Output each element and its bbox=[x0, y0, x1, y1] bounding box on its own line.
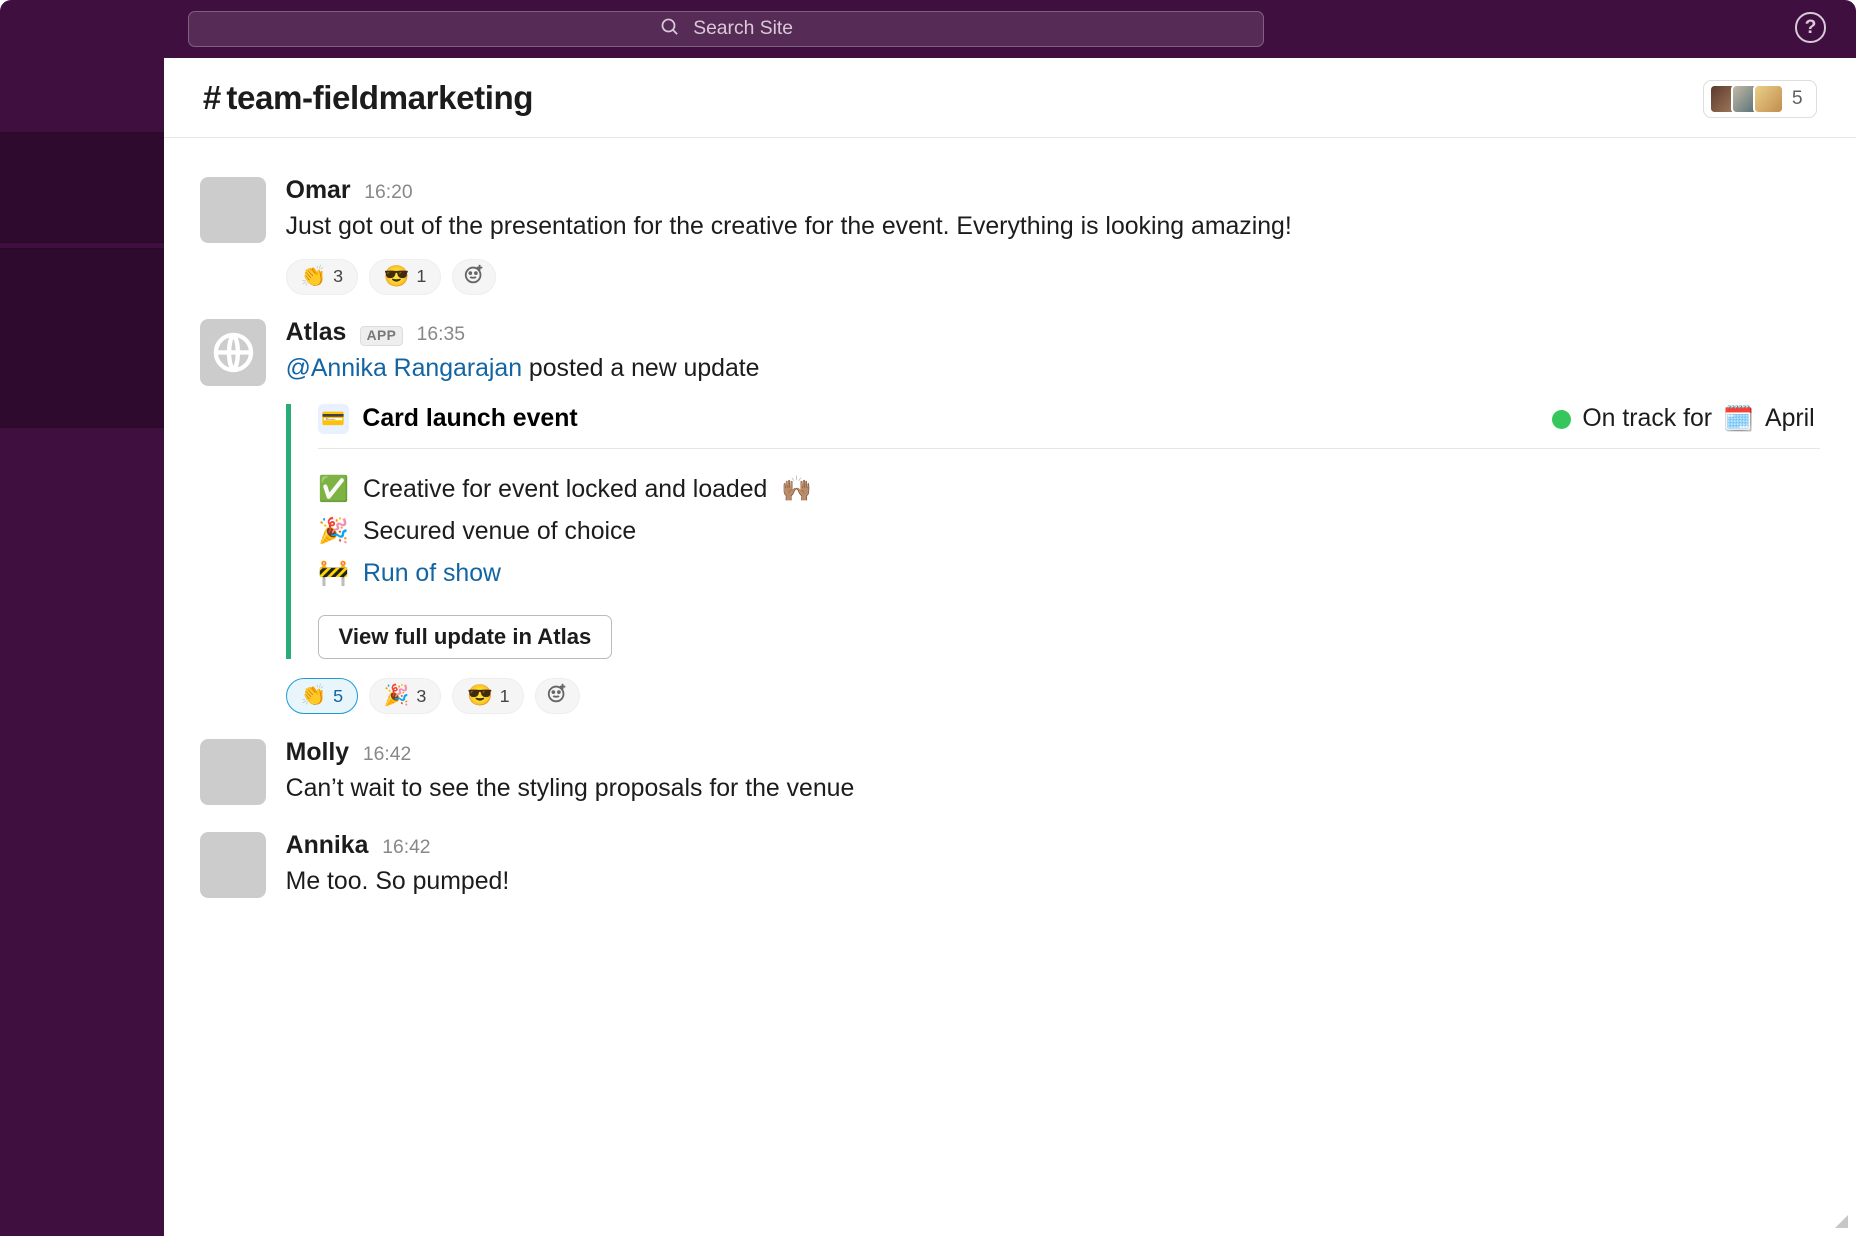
reaction-count: 5 bbox=[333, 686, 343, 707]
line-emoji: ✅ bbox=[318, 469, 349, 511]
message-author[interactable]: Atlas bbox=[286, 319, 347, 347]
avatar[interactable] bbox=[200, 739, 266, 805]
message: Omar 16:20 Just got out of the presentat… bbox=[200, 177, 1820, 295]
line-emoji-tail: 🙌🏽 bbox=[781, 469, 812, 511]
avatar[interactable] bbox=[200, 832, 266, 898]
attachment-title[interactable]: 💳 Card launch event bbox=[318, 404, 577, 434]
app-badge: APP bbox=[360, 326, 403, 346]
message: Molly 16:42 Can’t wait to see the stylin… bbox=[200, 739, 1820, 807]
status-date: April bbox=[1765, 405, 1815, 433]
message-list: Omar 16:20 Just got out of the presentat… bbox=[164, 138, 1856, 927]
global-search[interactable]: Search Site bbox=[188, 11, 1264, 47]
sidebar bbox=[0, 58, 164, 1236]
message-text: Can’t wait to see the styling proposals … bbox=[286, 770, 1821, 807]
message-time: 16:20 bbox=[364, 182, 412, 204]
message: Annika 16:42 Me too. So pumped! bbox=[200, 832, 1820, 900]
member-avatar bbox=[1753, 84, 1783, 114]
posted-text: posted a new update bbox=[522, 355, 759, 382]
add-reaction-icon bbox=[546, 682, 568, 710]
attachment-line: ✅ Creative for event locked and loaded 🙌… bbox=[318, 469, 1820, 511]
avatar[interactable] bbox=[200, 177, 266, 243]
atlas-icon bbox=[210, 329, 257, 376]
avatar[interactable] bbox=[200, 319, 266, 385]
add-reaction-button[interactable] bbox=[535, 678, 579, 714]
line-text: Secured venue of choice bbox=[363, 511, 636, 553]
member-avatars bbox=[1709, 84, 1784, 114]
message-author[interactable]: Molly bbox=[286, 739, 349, 767]
message-author[interactable]: Annika bbox=[286, 832, 369, 860]
reaction[interactable]: 🎉 3 bbox=[369, 678, 441, 714]
add-reaction-button[interactable] bbox=[452, 259, 496, 295]
attachment-status: On track for 🗓️ April bbox=[1552, 405, 1815, 434]
message-text: Me too. So pumped! bbox=[286, 863, 1821, 900]
attachment-line: 🚧 Run of show bbox=[318, 553, 1820, 595]
channel-name: team-fieldmarketing bbox=[226, 80, 533, 117]
channel-title[interactable]: #team-fieldmarketing bbox=[203, 80, 533, 118]
resize-handle-icon[interactable] bbox=[1835, 1215, 1848, 1228]
message-time: 16:42 bbox=[382, 837, 430, 859]
user-mention[interactable]: @Annika Rangarajan bbox=[286, 355, 522, 382]
line-emoji: 🚧 bbox=[318, 553, 349, 595]
reaction-count: 3 bbox=[416, 686, 426, 707]
attachment-title-text: Card launch event bbox=[362, 405, 577, 433]
calendar-icon: 🗓️ bbox=[1723, 405, 1754, 434]
message-time: 16:42 bbox=[363, 744, 411, 766]
message-time: 16:35 bbox=[417, 324, 465, 346]
message-text: Just got out of the presentation for the… bbox=[286, 208, 1821, 245]
line-text: Creative for event locked and loaded bbox=[363, 469, 767, 511]
reaction-emoji: 😎 bbox=[384, 265, 410, 289]
reaction[interactable]: 😎 1 bbox=[369, 259, 441, 295]
reaction-emoji: 🎉 bbox=[384, 684, 410, 708]
status-dot-icon bbox=[1552, 410, 1571, 429]
reaction-emoji: 👏 bbox=[300, 684, 326, 708]
help-button[interactable]: ? bbox=[1795, 12, 1825, 42]
reaction[interactable]: 😎 1 bbox=[452, 678, 524, 714]
channel-header: #team-fieldmarketing 5 bbox=[164, 58, 1856, 138]
channel-hash: # bbox=[203, 80, 221, 117]
card-icon: 💳 bbox=[318, 404, 348, 434]
reaction-emoji: 👏 bbox=[300, 265, 326, 289]
reaction-emoji: 😎 bbox=[467, 684, 493, 708]
reaction-count: 3 bbox=[333, 266, 343, 287]
member-count: 5 bbox=[1792, 88, 1803, 110]
reaction-bar: 👏 3 😎 1 bbox=[286, 259, 1821, 295]
sidebar-section-1[interactable] bbox=[0, 132, 164, 242]
status-text: On track for bbox=[1582, 405, 1712, 433]
search-placeholder: Search Site bbox=[693, 18, 793, 40]
attachment-line: 🎉 Secured venue of choice bbox=[318, 511, 1820, 553]
line-link[interactable]: Run of show bbox=[363, 553, 501, 595]
top-bar: Search Site ? bbox=[0, 0, 1856, 58]
add-reaction-icon bbox=[463, 263, 485, 291]
reaction-count: 1 bbox=[500, 686, 510, 707]
reaction-bar: 👏 5 🎉 3 😎 1 bbox=[286, 678, 1821, 714]
line-emoji: 🎉 bbox=[318, 511, 349, 553]
attachment: 💳 Card launch event On track for 🗓️ Apri… bbox=[286, 404, 1821, 659]
reaction[interactable]: 👏 3 bbox=[286, 259, 358, 295]
view-full-update-button[interactable]: View full update in Atlas bbox=[318, 615, 611, 660]
message-author[interactable]: Omar bbox=[286, 177, 351, 205]
search-icon bbox=[659, 16, 680, 43]
message-text: @Annika Rangarajan posted a new update bbox=[286, 350, 1821, 387]
member-count-button[interactable]: 5 bbox=[1703, 80, 1818, 118]
sidebar-section-2[interactable] bbox=[0, 248, 164, 427]
message: Atlas APP 16:35 @Annika Rangarajan poste… bbox=[200, 319, 1820, 714]
reaction[interactable]: 👏 5 bbox=[286, 678, 358, 714]
reaction-count: 1 bbox=[416, 266, 426, 287]
